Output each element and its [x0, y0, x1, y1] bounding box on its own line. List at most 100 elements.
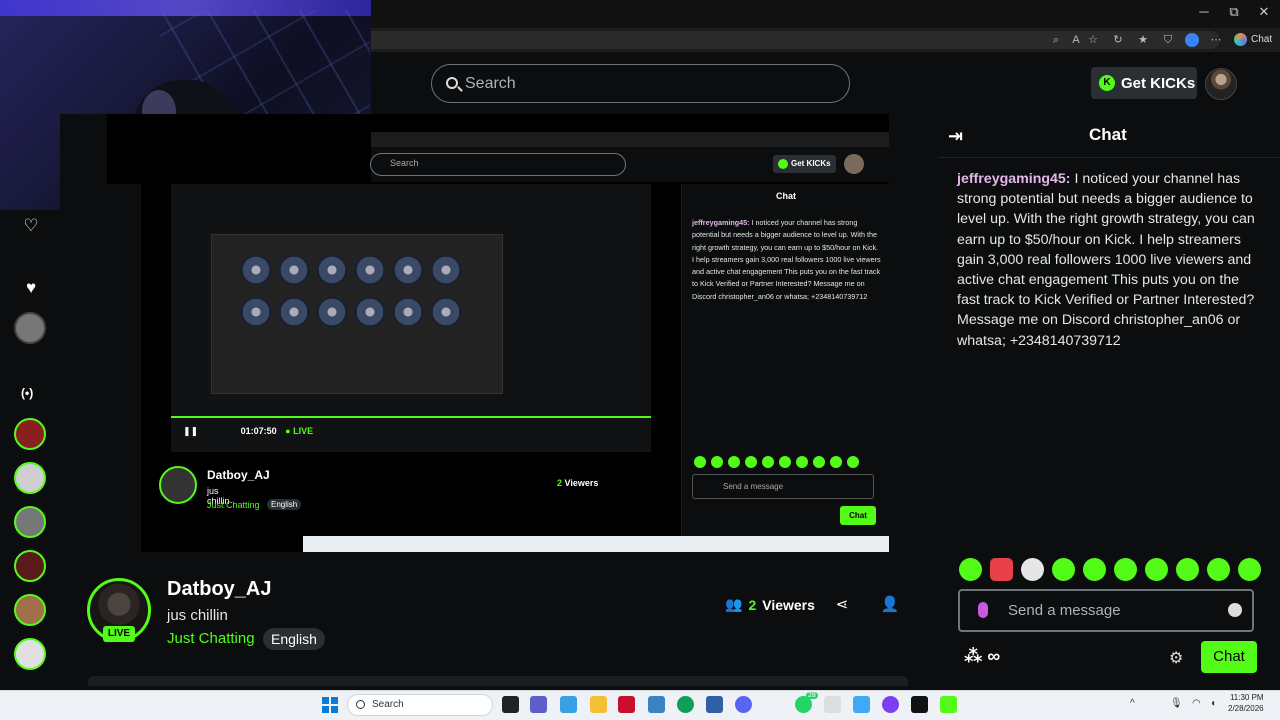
sidebar-channel-avatar[interactable]	[14, 506, 46, 538]
app-icon[interactable]	[824, 696, 841, 713]
mic-tray-icon[interactable]: 🎙	[1170, 698, 1183, 709]
discord-icon[interactable]	[735, 696, 752, 713]
tiktok-icon[interactable]	[911, 696, 928, 713]
wifi-icon[interactable]: ◠	[1192, 698, 1201, 709]
viewers-icon: 👥	[725, 596, 743, 612]
nested-thumb	[354, 297, 386, 327]
emote-icon[interactable]	[1207, 558, 1230, 581]
search-input[interactable]: Search	[431, 64, 850, 103]
sidebar-channel-avatar[interactable]	[14, 462, 46, 494]
nested-avatar	[844, 154, 864, 174]
more-icon[interactable]: ⋯	[1209, 33, 1223, 47]
address-bar: ⌕ A ☆ ↻ ★ ⛉ ⋯	[370, 28, 1280, 52]
streamer-name[interactable]: Datboy_AJ	[167, 578, 271, 601]
emote-icon[interactable]	[1238, 558, 1261, 581]
close-icon[interactable]: ✕	[1250, 4, 1278, 20]
emote-icon[interactable]	[959, 558, 982, 581]
emote-icon[interactable]	[1145, 558, 1168, 581]
nested-controls: ❚❚ 01:07:50 ● LIVE	[183, 426, 314, 436]
user-avatar[interactable]	[1205, 68, 1237, 100]
emote-bar	[959, 558, 1261, 581]
task-view-icon[interactable]	[502, 696, 519, 713]
store-icon[interactable]	[706, 696, 723, 713]
volume-icon[interactable]: ◖	[1210, 698, 1216, 709]
send-chat-button[interactable]: Chat	[1201, 641, 1257, 673]
file-explorer-icon[interactable]	[590, 696, 607, 713]
nested-thumb	[430, 297, 462, 327]
stream-title: jus chillin	[167, 607, 228, 624]
get-kicks-button[interactable]: K Get KICKs	[1091, 67, 1197, 99]
app-red-icon[interactable]	[618, 696, 635, 713]
emote-icon[interactable]	[1114, 558, 1137, 581]
copilot-app-icon[interactable]	[560, 696, 577, 713]
pause-icon: ❚❚	[183, 426, 199, 436]
edge-icon[interactable]	[677, 696, 694, 713]
kick-logo-icon: K	[1099, 75, 1115, 91]
tray-chevron-icon[interactable]: ^	[1130, 698, 1135, 709]
nested-thumb	[430, 255, 462, 285]
nested-chat-button: Chat	[840, 506, 876, 525]
app-icon[interactable]	[853, 696, 870, 713]
video-player[interactable]: Search Get KICKs ❚❚ 01:07:50 ● LIVE Chat…	[107, 114, 889, 552]
copilot-chat-button[interactable]: Chat	[1234, 33, 1272, 46]
sidebar-channel-avatar[interactable]	[14, 312, 46, 344]
profile-icon[interactable]	[1185, 33, 1199, 47]
minimize-icon[interactable]: ─	[1190, 4, 1218, 19]
heart-icon[interactable]: ♥	[23, 279, 39, 296]
maximize-icon[interactable]: ⧉	[1220, 4, 1248, 20]
obs-icon[interactable]	[882, 696, 899, 713]
taskbar-search-icon	[356, 700, 365, 709]
sidebar-channel-avatar[interactable]	[14, 638, 46, 670]
windows-start-icon[interactable]	[322, 697, 338, 713]
follow-icon[interactable]: 👤	[880, 595, 900, 615]
nested-thumb	[240, 297, 272, 327]
emote-icon[interactable]	[1083, 558, 1106, 581]
shield-icon[interactable]: ⛉	[1161, 33, 1175, 47]
nested-streamer-avatar	[159, 466, 197, 504]
nested-taskbar	[303, 536, 889, 552]
emote-icon[interactable]	[990, 558, 1013, 581]
taskbar-clock[interactable]: 11:30 PM 2/28/2026	[1228, 692, 1264, 714]
nested-search: Search	[370, 153, 626, 176]
mic-icon[interactable]	[978, 602, 988, 618]
chat-divider	[938, 157, 1280, 158]
nested-thumb	[354, 255, 386, 285]
collapse-chat-icon[interactable]: ⇥	[948, 126, 963, 147]
refresh-icon[interactable]: ↻	[1111, 33, 1125, 47]
read-aloud-icon[interactable]: A	[1069, 33, 1083, 47]
emote-icon[interactable]	[1052, 558, 1075, 581]
live-channels-icon: (•)	[21, 386, 34, 400]
favorites-icon[interactable]: ★	[1136, 33, 1150, 47]
teams-icon[interactable]	[530, 696, 547, 713]
language-tag[interactable]: English	[263, 628, 325, 650]
nested-inner-screen	[211, 234, 503, 394]
chat-message: jeffreygaming45: I noticed your channel …	[957, 169, 1257, 351]
sidebar-channel-avatar[interactable]	[14, 418, 46, 450]
category-link[interactable]: Just Chatting	[167, 630, 255, 647]
kick-points-icon[interactable]: ⁂ ∞	[964, 646, 1000, 667]
chat-username[interactable]: jeffreygaming45:	[957, 171, 1071, 187]
favorite-star-icon[interactable]: ☆	[1086, 33, 1100, 47]
nested-thumb	[316, 255, 348, 285]
share-icon[interactable]: ⋖	[832, 595, 852, 615]
emoji-picker-icon[interactable]	[1228, 603, 1242, 617]
chat-title: Chat	[1089, 125, 1127, 144]
kick-app-icon[interactable]	[940, 696, 957, 713]
following-heart-icon[interactable]: ♡	[23, 217, 39, 234]
nested-video	[171, 184, 651, 452]
nested-thumb	[278, 297, 310, 327]
zoom-icon[interactable]: ⌕	[1049, 33, 1063, 47]
app-blue-icon[interactable]	[648, 696, 665, 713]
taskbar-search[interactable]: Search	[347, 694, 493, 716]
message-input[interactable]: Send a message	[958, 589, 1254, 632]
info-divider	[88, 676, 908, 686]
nested-sidebar	[107, 184, 141, 552]
sidebar-channel-avatar[interactable]	[14, 594, 46, 626]
emote-icon[interactable]	[1176, 558, 1199, 581]
nested-thumb	[240, 255, 272, 285]
chat-settings-gear-icon[interactable]: ⚙	[1169, 648, 1183, 668]
nested-viewers: 2 Viewers	[557, 478, 599, 488]
live-badge: LIVE	[103, 626, 135, 642]
emote-icon[interactable]	[1021, 558, 1044, 581]
sidebar-channel-avatar[interactable]	[14, 550, 46, 582]
